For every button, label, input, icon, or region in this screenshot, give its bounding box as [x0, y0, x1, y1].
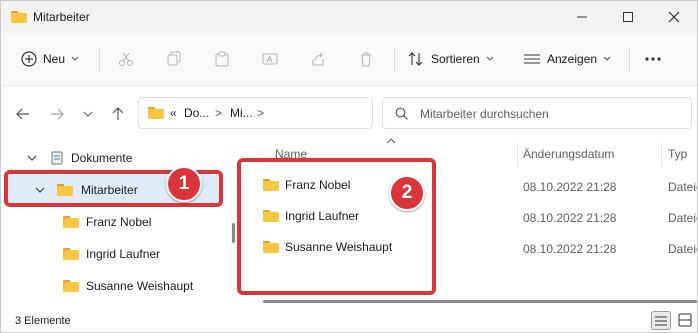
annotation-badge-1: 1	[166, 166, 202, 202]
sidebar-item-label: Dokumente	[71, 151, 133, 165]
chevron-down-icon	[603, 56, 611, 61]
close-icon	[668, 11, 680, 23]
search-box[interactable]: Mitarbeiter durchsuchen	[382, 97, 692, 129]
view-button-label: Anzeigen	[547, 52, 598, 66]
file-type: Dateio	[668, 180, 697, 194]
toolbar-separator	[394, 48, 395, 72]
sort-icon	[408, 52, 423, 66]
file-date: 08.10.2022 21:28	[523, 211, 617, 225]
maximize-icon	[623, 12, 633, 22]
file-date: 08.10.2022 21:28	[523, 242, 617, 256]
file-type: Dateio	[668, 242, 697, 256]
view-list-icon	[524, 54, 540, 64]
chevron-down-icon	[27, 155, 37, 161]
search-placeholder: Mitarbeiter durchsuchen	[420, 107, 549, 121]
chevron-down-icon	[71, 56, 79, 61]
breadcrumb-separator: >	[257, 106, 265, 120]
folder-icon	[11, 11, 27, 26]
copy-icon[interactable]	[163, 48, 185, 70]
share-icon[interactable]	[307, 48, 329, 70]
item-count: 3 Elemente	[15, 315, 71, 327]
paste-icon[interactable]	[211, 48, 233, 70]
sidebar-item-dokumente[interactable]: Dokumente	[27, 143, 132, 173]
column-header-date[interactable]: Änderungsdatum	[523, 147, 614, 161]
address-bar[interactable]: « Do... > Mi... >	[138, 97, 373, 129]
new-button[interactable]: Neu	[21, 44, 79, 74]
search-icon	[395, 107, 408, 120]
folder-icon	[148, 107, 164, 122]
details-view-icon	[655, 316, 667, 326]
breadcrumb-separator: >	[215, 106, 223, 120]
breadcrumb-overflow[interactable]: «	[170, 106, 177, 120]
title-bar: Mitarbeiter	[1, 1, 697, 33]
arrow-up-icon	[112, 107, 124, 120]
sidebar-item-ingrid-laufner[interactable]: Ingrid Laufner	[63, 239, 160, 269]
status-bar: 3 Elemente	[1, 309, 697, 332]
breadcrumb-documents[interactable]: Do...	[184, 106, 209, 120]
sort-button-label: Sortieren	[431, 52, 480, 66]
tiles-view-button[interactable]	[675, 311, 695, 330]
more-icon	[645, 57, 661, 61]
cut-icon[interactable]	[115, 48, 137, 70]
tiles-view-icon	[678, 313, 692, 327]
column-divider[interactable]	[517, 143, 518, 167]
up-button[interactable]	[106, 102, 130, 126]
horizontal-scrollbar[interactable]	[263, 300, 697, 303]
folder-icon	[63, 248, 79, 260]
sidebar-item-franz-nobel[interactable]: Franz Nobel	[63, 207, 151, 237]
document-icon	[51, 151, 63, 165]
arrow-right-icon	[51, 108, 64, 120]
close-button[interactable]	[651, 1, 697, 33]
plus-circle-icon	[21, 51, 37, 67]
annotation-badge-2: 2	[389, 175, 425, 211]
toolbar-separator	[99, 48, 100, 72]
sidebar-scrollbar[interactable]	[232, 223, 235, 243]
new-button-label: Neu	[43, 52, 66, 66]
chevron-down-icon	[83, 111, 93, 117]
delete-icon[interactable]	[355, 48, 377, 70]
file-date: 08.10.2022 21:28	[523, 180, 617, 194]
sidebar-item-label: Ingrid Laufner	[86, 247, 161, 261]
sort-ascending-icon	[386, 138, 396, 144]
toolbar-separator	[629, 48, 630, 72]
window-title: Mitarbeiter	[33, 10, 90, 24]
rename-icon[interactable]	[259, 48, 281, 70]
more-button[interactable]	[642, 48, 664, 70]
sidebar-item-label: Franz Nobel	[86, 215, 152, 229]
sidebar-item-susanne-weishaupt[interactable]: Susanne Weishaupt	[63, 271, 193, 301]
folder-icon	[63, 280, 79, 292]
chevron-down-icon	[486, 56, 494, 61]
details-view-button[interactable]	[651, 311, 671, 330]
minimize-icon	[577, 16, 587, 18]
arrow-left-icon	[16, 108, 29, 120]
command-bar: Neu Sortieren Anzeigen	[1, 33, 697, 86]
recent-locations-button[interactable]	[76, 102, 100, 126]
maximize-button[interactable]	[605, 1, 651, 33]
folder-icon	[63, 216, 79, 228]
forward-button[interactable]	[45, 102, 69, 126]
breadcrumb-mitarbeiter[interactable]: Mi...	[230, 106, 253, 120]
column-divider[interactable]	[661, 143, 662, 167]
column-header-type[interactable]: Typ	[668, 147, 687, 161]
file-type: Dateio	[668, 211, 697, 225]
back-button[interactable]	[11, 102, 35, 126]
sort-button[interactable]: Sortieren	[407, 44, 494, 74]
sidebar-item-label: Susanne Weishaupt	[86, 279, 194, 293]
view-button[interactable]: Anzeigen	[523, 44, 611, 74]
minimize-button[interactable]	[559, 1, 605, 33]
